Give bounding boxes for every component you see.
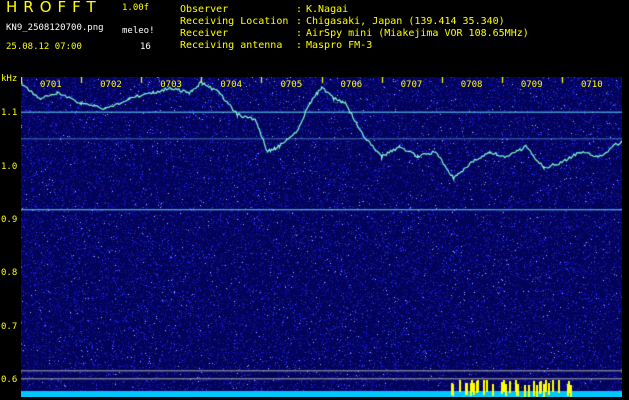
meta-key-antenna: Receiving antenna [180,40,283,51]
y-axis-unit: kHz [1,74,18,84]
meta-value-antenna: Maspro FM-3 [306,40,373,51]
y-tick-label: 0.7 [1,321,18,332]
meta-colon: : [296,40,303,51]
x-tick-label: 0706 [340,80,363,90]
app-title: HROFFT [6,0,102,16]
x-tick-label: 0707 [400,80,423,90]
meta-colon: : [296,4,303,15]
meta-value-receiver: AirSpy mini (Miakejima VOR 108.65MHz) [306,28,529,39]
y-tick-label: 0.9 [1,215,18,225]
meta-key-receiver: Receiver [180,28,229,39]
datetime-label: 25.08.12 07:00 [6,42,82,52]
meta-colon: : [296,16,303,27]
version-label: 1.00f [122,3,150,13]
x-tick-label: 0705 [280,80,303,90]
x-tick-label: 0704 [220,80,243,90]
y-tick-label: 1.1 [1,108,18,119]
site-label: meleo! [122,26,155,36]
meta-value-location: Chigasaki, Japan (139.414 35.340) [306,16,505,27]
meta-key-observer: Observer [180,4,229,15]
x-tick-label: 0710 [580,80,603,90]
meta-value-observer: K.Nagai [306,4,349,15]
x-tick-label: 0701 [40,80,62,90]
spectrogram-plot [21,77,622,397]
y-tick-label: 0.6 [1,375,18,385]
x-tick-label: 0703 [160,80,182,90]
x-tick-label: 0702 [100,80,122,90]
y-tick-label: 1.0 [1,161,18,172]
x-tick-label: 0709 [520,80,543,90]
y-tick-label: 0.8 [1,268,18,279]
meta-colon: : [296,28,303,39]
count-label: 16 [140,42,151,52]
filename-label: KN9_2508120700.png [6,23,104,33]
x-tick-label: 0708 [460,80,483,90]
meta-key-location: Receiving Location [180,16,289,27]
